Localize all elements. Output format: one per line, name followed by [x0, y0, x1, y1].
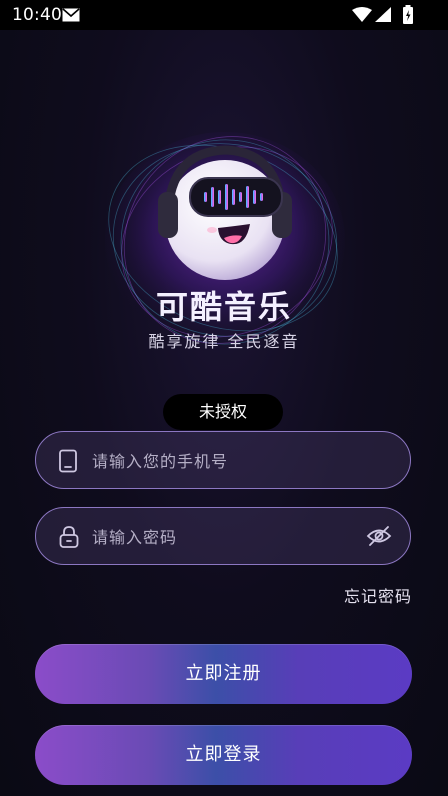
login-screen: 10:40 可酷音乐 酷享旋律 全民逐音 未授权 请输入您的手机号 忘记密码 立… [0, 0, 448, 796]
lock-icon [59, 526, 79, 548]
battery-icon [403, 5, 413, 24]
status-bar: 10:40 [0, 0, 448, 30]
authorization-badge: 未授权 [163, 394, 283, 430]
wifi-icon [352, 7, 372, 22]
mail-icon [62, 8, 80, 22]
register-button[interactable]: 立即注册 [35, 644, 412, 704]
app-name: 可酷音乐 [155, 288, 292, 326]
phone-input[interactable] [90, 432, 364, 490]
phone-icon [59, 449, 77, 473]
password-field[interactable] [35, 507, 411, 566]
forgot-password-link[interactable]: 忘记密码 [344, 583, 412, 607]
login-button[interactable]: 立即登录 [35, 725, 412, 785]
password-input[interactable] [90, 508, 364, 566]
signal-icon [375, 7, 391, 22]
eye-off-icon[interactable] [366, 525, 392, 547]
status-time: 10:40 [12, 5, 62, 25]
app-slogan: 酷享旋律 全民逐音 [148, 332, 300, 351]
phone-field[interactable] [35, 431, 411, 490]
